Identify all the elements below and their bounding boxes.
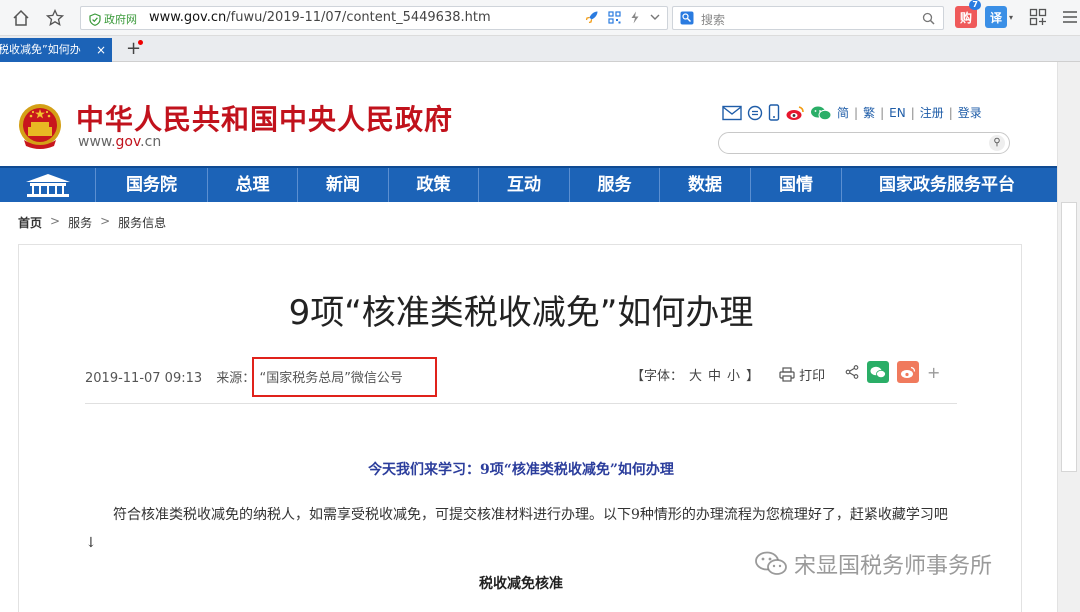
chevron-down-icon[interactable] [649, 11, 661, 23]
article-lead: 今天我们来学习：9项“核准类税收减免”如何办理 [368, 462, 674, 478]
breadcrumb-home[interactable]: 首页 [18, 214, 42, 231]
meta-divider [85, 403, 957, 404]
breadcrumb-separator: > [50, 214, 61, 228]
nav-item-data[interactable]: 数据 [660, 168, 751, 202]
message-icon[interactable] [747, 105, 763, 121]
source-label: 来源： [216, 371, 256, 386]
url-path: /fuwu/2019-11/07/content_5449638.htm [226, 10, 491, 25]
font-size-controls: 【字体： 大 中 小 】 打印 [631, 365, 825, 384]
printer-icon [779, 367, 795, 382]
wechat-icon[interactable] [810, 105, 832, 121]
link-login[interactable]: 登录 [958, 104, 982, 121]
link-register[interactable]: 注册 [920, 104, 944, 121]
shopping-button[interactable]: 购 7 [955, 0, 981, 28]
scrollbar-thumb[interactable] [1061, 202, 1077, 472]
lightning-icon[interactable] [630, 11, 640, 24]
font-size-small[interactable]: 小 [727, 365, 740, 384]
font-size-medium[interactable]: 中 [708, 365, 721, 384]
separator: | [910, 105, 915, 120]
source-highlight-box [252, 357, 437, 397]
domain-prefix: www. [78, 134, 116, 150]
translate-dropdown-icon[interactable]: ▾ [1009, 13, 1013, 22]
nav-item-national-conditions[interactable]: 国情 [751, 168, 842, 202]
site-search-input[interactable]: ⚲ [718, 132, 1010, 154]
font-size-close: 】 [746, 369, 760, 384]
browser-toolbar: 政府网 www.gov.cn/fuwu/2019-11/07/content_5… [0, 0, 1080, 36]
search-placeholder: 搜索 [701, 13, 726, 27]
tab-title: 税收减免”如何办 [0, 43, 81, 56]
nav-home-icon[interactable] [0, 168, 96, 202]
link-traditional[interactable]: 繁 [863, 104, 875, 121]
link-english[interactable]: EN [889, 106, 906, 120]
mail-icon[interactable] [722, 105, 742, 121]
menu-icon[interactable] [1061, 8, 1079, 26]
nav-item-services[interactable]: 服务 [570, 168, 660, 202]
active-tab[interactable]: 税收减免”如何办 × [0, 38, 112, 62]
print-label: 打印 [799, 369, 826, 384]
translate-icon: 译 [985, 6, 1007, 28]
separator: | [948, 105, 953, 120]
breadcrumb-services[interactable]: 服务 [68, 214, 92, 231]
rocket-icon[interactable] [585, 10, 599, 24]
wechat-watermark: 宋显国税务师事务所 [754, 548, 992, 580]
domain-highlight: gov [115, 134, 141, 150]
separator: | [854, 105, 859, 120]
national-emblem-icon[interactable] [16, 100, 64, 152]
link-simplified[interactable]: 简 [837, 104, 849, 121]
site-search-icon[interactable]: ⚲ [989, 135, 1005, 151]
apps-grid-icon[interactable] [1029, 8, 1047, 26]
shield-check-icon [89, 12, 101, 26]
watermark-text: 宋显国税务师事务所 [794, 554, 993, 579]
shopping-label: 购 [959, 10, 972, 25]
article-title: 9项“核准类税收减免”如何办理 [288, 293, 754, 333]
search-engine-icon [680, 11, 694, 25]
nav-item-interaction[interactable]: 互动 [479, 168, 570, 202]
search-icon[interactable] [922, 12, 935, 25]
main-nav: 国务院 总理 新闻 政策 互动 服务 数据 国情 国家政务服务平台 [0, 166, 1057, 202]
publish-datetime: 2019-11-07 09:13 [85, 371, 203, 386]
share-more-icon[interactable]: + [927, 363, 940, 382]
nav-item-news[interactable]: 新闻 [298, 168, 389, 202]
separator: | [880, 105, 885, 120]
security-indicator[interactable]: 政府网 [89, 11, 137, 27]
share-icon[interactable] [845, 365, 859, 379]
print-button[interactable]: 打印 [779, 365, 825, 384]
site-domain: www.gov.cn [78, 134, 161, 150]
tab-close-icon[interactable]: × [96, 38, 106, 62]
share-bar: + [845, 361, 940, 383]
nav-item-policy[interactable]: 政策 [389, 168, 479, 202]
breadcrumb-separator: > [100, 214, 111, 228]
breadcrumb: 首页 > 服务 > 服务信息 [18, 214, 166, 231]
qr-code-icon[interactable] [608, 10, 621, 24]
translate-button[interactable]: 译 ▾ [985, 6, 1013, 28]
home-icon[interactable] [10, 7, 32, 29]
site-header: 中华人民共和国中央人民政府 www.gov.cn 简 | 繁 | EN | 注册… [0, 62, 1057, 166]
url-text[interactable]: www.gov.cn/fuwu/2019-11/07/content_54496… [149, 10, 491, 25]
domain-suffix: .cn [140, 134, 162, 150]
nav-item-service-platform[interactable]: 国家政务服务平台 [842, 168, 1052, 202]
nav-item-premier[interactable]: 总理 [208, 168, 298, 202]
weibo-icon[interactable] [785, 105, 805, 121]
mobile-icon[interactable] [768, 104, 780, 121]
favorite-star-icon[interactable] [44, 7, 66, 29]
site-title[interactable]: 中华人民共和国中央人民政府 [76, 98, 453, 138]
share-weibo-icon[interactable] [897, 361, 919, 383]
translate-label: 译 [989, 10, 1002, 25]
new-tab-notification-dot [138, 40, 143, 45]
security-label: 政府网 [104, 13, 137, 26]
font-size-large[interactable]: 大 [689, 365, 702, 384]
notification-badge: 7 [969, 0, 981, 10]
header-tools: 简 | 繁 | EN | 注册 | 登录 [722, 104, 982, 121]
breadcrumb-service-info[interactable]: 服务信息 [118, 214, 166, 231]
share-wechat-icon[interactable] [867, 361, 889, 383]
vertical-scrollbar[interactable] [1057, 62, 1080, 612]
nav-item-state-council[interactable]: 国务院 [96, 168, 208, 202]
wechat-watermark-icon [755, 551, 787, 575]
font-size-label: 【字体： [631, 369, 684, 384]
address-bar[interactable]: 政府网 www.gov.cn/fuwu/2019-11/07/content_5… [80, 6, 668, 30]
tab-bar: 税收减免”如何办 × + [0, 36, 1080, 62]
browser-search-box[interactable]: 搜索 [672, 6, 944, 30]
url-host: www.gov.cn [149, 10, 227, 25]
